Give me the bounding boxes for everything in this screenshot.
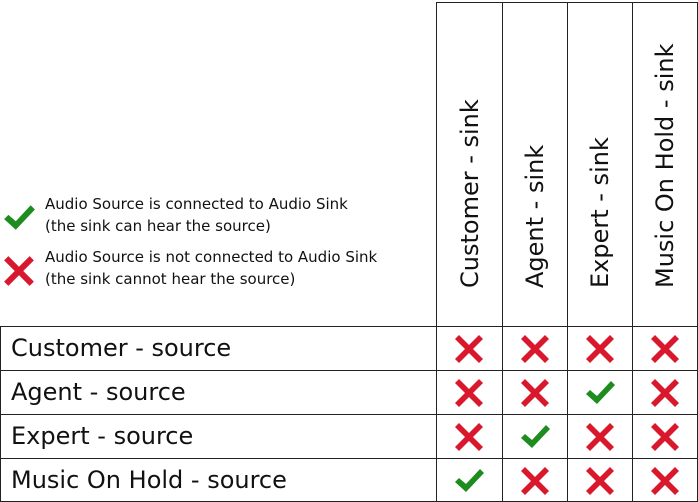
cross-icon — [455, 423, 483, 451]
source-label: Music On Hold - source — [0, 458, 436, 502]
table-row: Music On Hold - source — [0, 458, 698, 502]
matrix-cell — [632, 458, 698, 502]
table-row: Agent - source — [0, 370, 698, 414]
cross-icon — [586, 423, 614, 451]
matrix-cell — [567, 326, 632, 370]
sink-header-label: Music On Hold - sink — [651, 43, 679, 288]
cross-icon — [521, 335, 549, 363]
matrix-cell — [502, 370, 567, 414]
matrix-cell — [632, 370, 698, 414]
matrix-cell — [632, 326, 698, 370]
sink-header-label-wrap: Customer - sink — [437, 3, 502, 326]
sink-header-label-wrap: Expert - sink — [568, 3, 632, 326]
matrix-cell — [632, 414, 698, 458]
matrix-cell — [436, 458, 502, 502]
sink-header-label-wrap: Music On Hold - sink — [633, 3, 697, 326]
matrix-cell — [502, 326, 567, 370]
check-icon — [521, 425, 550, 448]
sink-header-label: Agent - sink — [521, 144, 549, 288]
connection-matrix: Customer - sink Agent - sink Expert - sink… — [0, 0, 698, 502]
table-row: Customer - source — [0, 326, 698, 370]
sink-header-1: Agent - sink — [502, 2, 567, 326]
matrix-cell — [502, 458, 567, 502]
cross-icon — [455, 379, 483, 407]
cross-icon — [521, 379, 549, 407]
cross-icon — [586, 335, 614, 363]
cross-icon — [651, 379, 679, 407]
sink-header-label-wrap: Agent - sink — [503, 3, 567, 326]
source-label: Customer - source — [0, 326, 436, 370]
matrix-cell — [436, 414, 502, 458]
table-row: Expert - source — [0, 414, 698, 458]
sink-header-label: Customer - sink — [455, 99, 484, 288]
matrix-cell — [567, 458, 632, 502]
check-icon — [586, 381, 615, 404]
cross-icon — [651, 423, 679, 451]
source-label: Agent - source — [0, 370, 436, 414]
matrix-cell — [567, 414, 632, 458]
matrix-cell — [436, 326, 502, 370]
cross-icon — [651, 467, 679, 495]
cross-icon — [455, 335, 483, 363]
cross-icon — [521, 467, 549, 495]
matrix-cell — [502, 414, 567, 458]
check-icon — [455, 469, 484, 492]
sink-header-label: Expert - sink — [586, 137, 614, 288]
sink-header-0: Customer - sink — [436, 2, 502, 326]
sink-header-3: Music On Hold - sink — [632, 2, 698, 326]
source-label: Expert - source — [0, 414, 436, 458]
matrix-cell — [436, 370, 502, 414]
sink-header-2: Expert - sink — [567, 2, 632, 326]
matrix-cell — [567, 370, 632, 414]
cross-icon — [586, 467, 614, 495]
cross-icon — [651, 335, 679, 363]
